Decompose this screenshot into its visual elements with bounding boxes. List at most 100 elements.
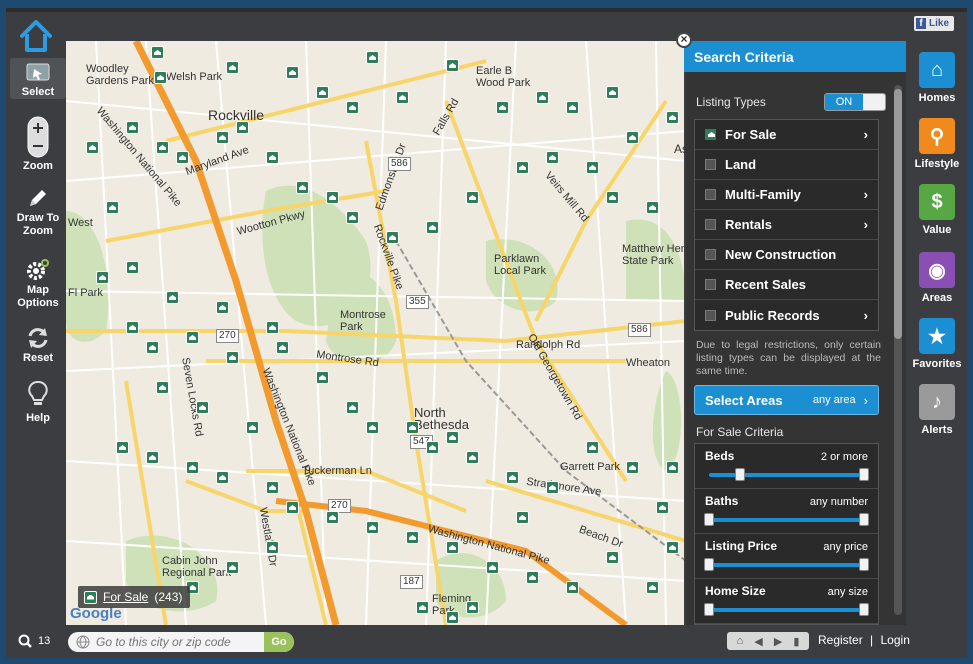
slider-track[interactable] [704,558,869,571]
listing-pin[interactable] [426,441,439,454]
listing-pin[interactable] [126,261,139,274]
listing-pin[interactable] [516,511,529,524]
listing-pin[interactable] [386,231,399,244]
checkbox[interactable] [705,159,716,170]
listing-pin[interactable] [156,381,169,394]
nav-lifestyle[interactable]: ⚲ Lifestyle [912,118,962,170]
listing-pin[interactable] [646,201,659,214]
nav-homes[interactable]: ⌂ Homes [912,52,962,104]
slider-min-handle[interactable] [704,558,714,571]
listing-pin[interactable] [406,421,419,434]
listing-type-item[interactable]: Public Records › [695,300,878,330]
listing-pin[interactable] [96,271,109,284]
listing-pin[interactable] [216,131,229,144]
listing-type-item[interactable]: Rentals › [695,210,878,240]
login-link[interactable]: Login [881,633,910,647]
scrollbar-thumb[interactable] [894,89,902,339]
checkbox[interactable] [705,189,716,200]
listing-type-item[interactable]: Multi-Family › [695,180,878,210]
listing-pin[interactable] [606,191,619,204]
listing-pin[interactable] [536,91,549,104]
listing-pin[interactable] [516,161,529,174]
listing-pin[interactable] [266,321,279,334]
select-tool[interactable]: Select [10,58,66,99]
listing-pin[interactable] [276,341,289,354]
zoom-tool[interactable]: Zoom [10,116,66,173]
listing-pin[interactable] [146,451,159,464]
map-options-tool[interactable]: Map Options [10,258,66,310]
listing-pin[interactable] [626,131,639,144]
listing-pin[interactable] [316,86,329,99]
listing-pin[interactable] [154,71,167,84]
listing-pin[interactable] [466,191,479,204]
reset-tool[interactable]: Reset [10,326,66,365]
listing-pin[interactable] [466,601,479,614]
listing-pin[interactable] [666,111,679,124]
panel-scrollbar[interactable] [894,85,902,615]
listing-pin[interactable] [426,221,439,234]
listing-pin[interactable] [151,46,164,59]
listing-pin[interactable] [506,471,519,484]
listing-type-item[interactable]: New Construction [695,240,878,270]
listing-pin[interactable] [546,481,559,494]
home-nav-icon[interactable]: ⌂ [737,635,744,647]
listing-pin[interactable] [326,511,339,524]
listing-types-toggle[interactable]: ON [824,93,886,111]
listing-pin[interactable] [266,481,279,494]
listing-pin[interactable] [266,541,279,554]
nav-areas[interactable]: ◉ Areas [912,252,962,304]
listing-pin[interactable] [446,611,459,624]
listing-pin[interactable] [466,451,479,464]
listing-type-item[interactable]: For Sale › [695,120,878,150]
listing-pin[interactable] [186,331,199,344]
listing-pin[interactable] [446,59,459,72]
listing-pin[interactable] [246,421,259,434]
slider-track[interactable] [704,513,869,526]
listing-pin[interactable] [446,541,459,554]
listing-pin[interactable] [316,371,329,384]
listing-pin[interactable] [186,461,199,474]
listing-pin[interactable] [216,301,229,314]
listing-pin[interactable] [486,561,499,574]
slider-max-handle[interactable] [859,468,869,481]
nav-favorites[interactable]: ★ Favorites [912,318,962,370]
listing-pin[interactable] [606,86,619,99]
listing-pin[interactable] [416,601,429,614]
listing-pin[interactable] [226,61,239,74]
slider-max-handle[interactable] [859,558,869,571]
listing-pin[interactable] [296,181,309,194]
listing-pin[interactable] [396,91,409,104]
listing-pin[interactable] [346,211,359,224]
listing-pin[interactable] [666,461,679,474]
checkbox[interactable] [705,249,716,260]
listing-pin[interactable] [286,501,299,514]
checkbox[interactable] [705,219,716,230]
listing-pin[interactable] [86,141,99,154]
listing-pin[interactable] [366,521,379,534]
listing-pin[interactable] [606,551,619,564]
checkbox[interactable] [705,129,716,140]
listing-pin[interactable] [106,201,119,214]
results-chip[interactable]: For Sale (243) [78,586,191,608]
listing-pin[interactable] [626,461,639,474]
forward-arrow-icon[interactable]: ▶ [774,635,782,648]
map-canvas[interactable]: Woodley Gardens Park Welsh Park Rockvill… [66,41,686,625]
draw-to-zoom-tool[interactable]: Draw To Zoom [10,188,66,238]
listing-pin[interactable] [566,101,579,114]
listing-pin[interactable] [656,501,669,514]
listing-pin[interactable] [266,151,279,164]
listing-type-item[interactable]: Recent Sales [695,270,878,300]
listing-pin[interactable] [566,581,579,594]
listing-pin[interactable] [546,151,559,164]
listing-pin[interactable] [156,141,169,154]
select-areas-button[interactable]: Select Areas any area › [694,385,879,415]
for-sale-link[interactable]: For Sale [103,590,148,604]
listing-pin[interactable] [226,561,239,574]
listing-pin[interactable] [346,401,359,414]
listing-pin[interactable] [216,471,229,484]
listing-pin[interactable] [346,101,359,114]
listing-pin[interactable] [666,541,679,554]
slider-min-handle[interactable] [704,603,714,616]
go-button[interactable]: Go [264,632,294,652]
listing-pin[interactable] [176,151,189,164]
